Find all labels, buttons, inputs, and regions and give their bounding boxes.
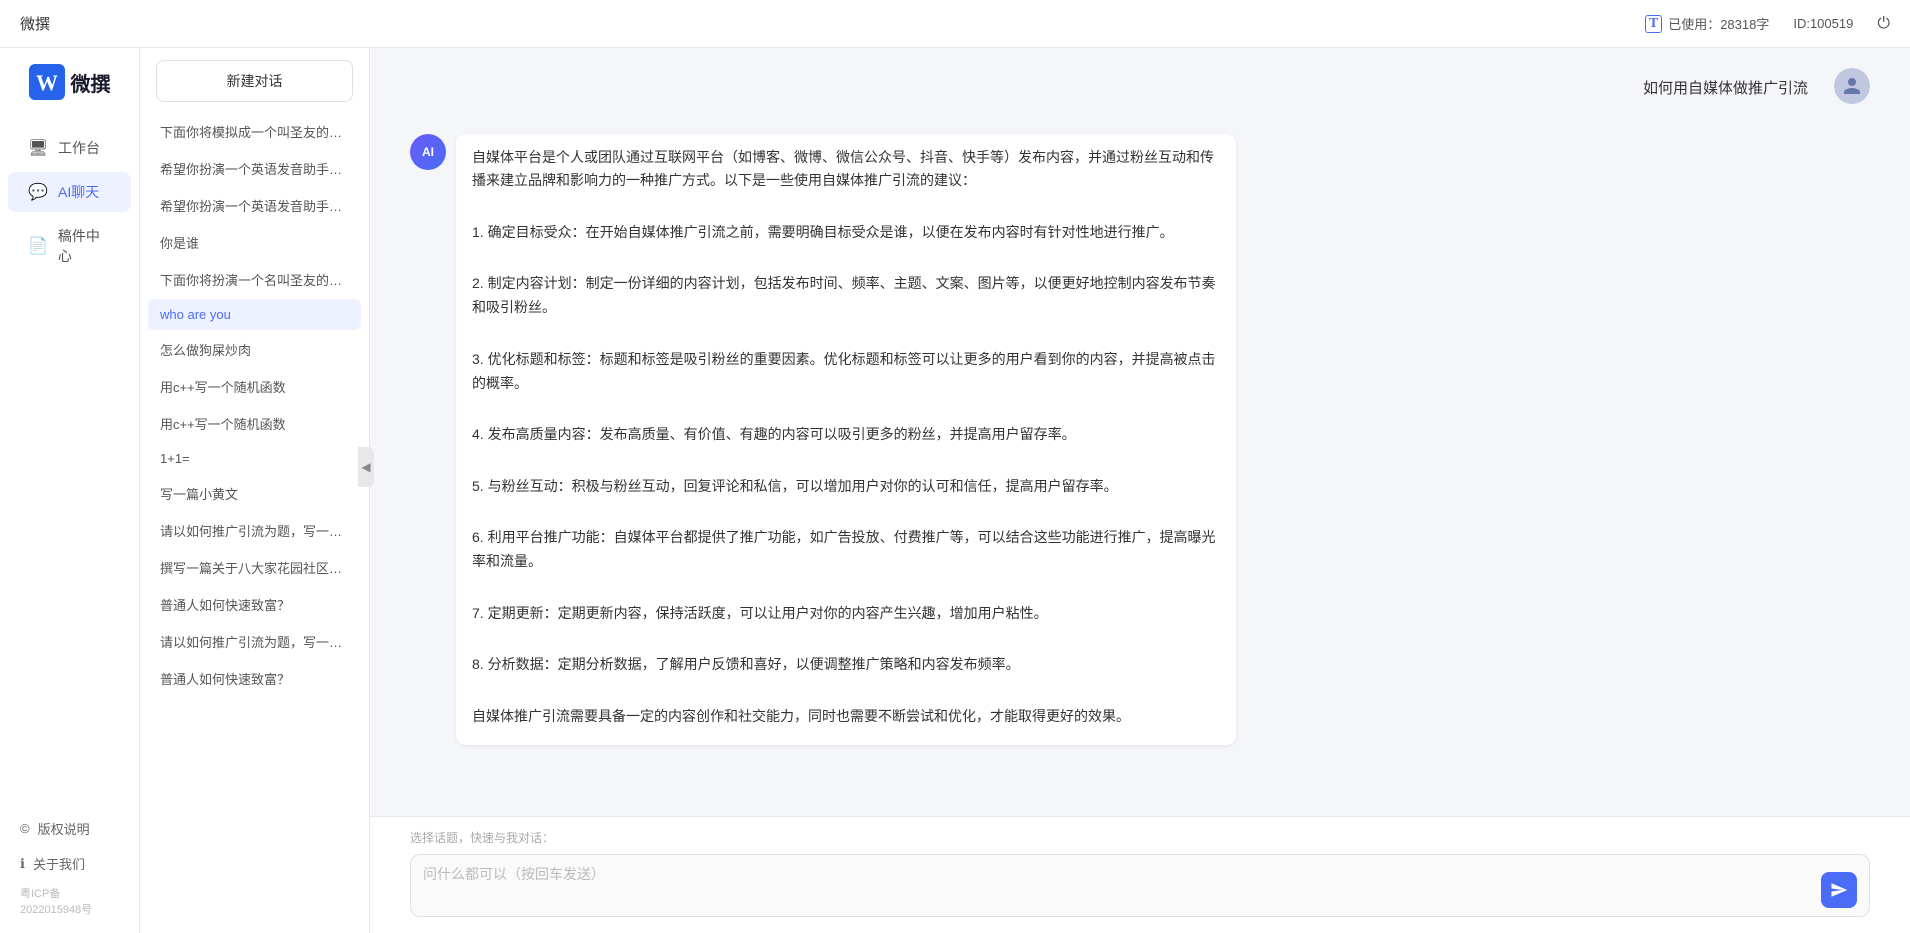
sidebar-item-ai-chat-label: AI聊天 bbox=[58, 182, 99, 202]
sidebar-copyright-label: 版权说明 bbox=[38, 819, 90, 838]
avatar-user bbox=[1834, 68, 1870, 104]
chat-history-item[interactable]: who are you bbox=[148, 299, 361, 330]
send-icon bbox=[1830, 881, 1848, 899]
chat-history-item[interactable]: 普通人如何快速致富？ bbox=[148, 661, 361, 696]
usage-text: 已使用：28318字 bbox=[1668, 14, 1769, 33]
chat-history-item[interactable]: 希望你扮演一个英语发音助手，我提供给你... bbox=[148, 188, 361, 223]
chat-history-item[interactable]: 下面你将扮演一个名叫圣友的医生 bbox=[148, 262, 361, 297]
usage-icon: T bbox=[1645, 15, 1662, 33]
ai-chat-icon: 💬 bbox=[28, 182, 48, 202]
sidebar-about-label: 关于我们 bbox=[33, 854, 85, 873]
chat-input[interactable] bbox=[423, 863, 1813, 908]
sidebar-bottom: © 版权说明 ℹ 关于我们 粤ICP备2022015948号 bbox=[0, 811, 139, 933]
sidebar-left: W 微撰 🖥 工作台 💬 AI聊天 📄 稿件中心 © 版权说明 bbox=[0, 48, 140, 933]
topbar-right: T 已使用：28318字 ID:100519 ⏻ bbox=[1645, 14, 1890, 33]
message-bubble: 自媒体平台是个人或团队通过互联网平台（如博客、微博、微信公众号、抖音、快手等）发… bbox=[456, 134, 1236, 745]
chat-history-item[interactable]: 下面你将模拟成一个叫圣友的程序员，我说... bbox=[148, 114, 361, 149]
icp-text: 粤ICP备2022015948号 bbox=[0, 881, 139, 921]
sidebar-item-copyright[interactable]: © 版权说明 bbox=[0, 811, 139, 846]
send-button[interactable] bbox=[1821, 872, 1857, 908]
message-bubble: 如何用自媒体做推广引流 bbox=[1627, 68, 1824, 114]
topbar-title: 微撰 bbox=[20, 13, 1645, 34]
chat-history-item[interactable]: 请以如何推广引流为题，写一篇大纲 bbox=[148, 513, 361, 548]
chat-history-item[interactable]: 怎么做狗屎炒肉 bbox=[148, 332, 361, 367]
chat-main: 如何用自媒体做推广引流 AI 自媒体平台是个人或团队通过互联网平台（如博客、微博、微… bbox=[370, 48, 1910, 933]
topbar: 微撰 T 已使用：28318字 ID:100519 ⏻ bbox=[0, 0, 1910, 48]
chat-history-item[interactable]: 你是谁 bbox=[148, 225, 361, 260]
chat-history-item[interactable]: 希望你扮演一个英语发音助手，我提供给你... bbox=[148, 151, 361, 186]
sidebar-item-drafts-label: 稿件中心 bbox=[58, 226, 111, 266]
chat-history-item[interactable]: 写一篇小黄文 bbox=[148, 476, 361, 511]
copyright-icon: © bbox=[20, 821, 30, 836]
topbar-usage: T 已使用：28318字 bbox=[1645, 14, 1770, 33]
chat-history-item[interactable]: 用c++写一个随机函数 bbox=[148, 369, 361, 404]
chat-messages: 如何用自媒体做推广引流 AI 自媒体平台是个人或团队通过互联网平台（如博客、微博、微… bbox=[370, 48, 1910, 816]
about-icon: ℹ bbox=[20, 856, 25, 872]
avatar-ai: AI bbox=[410, 134, 446, 170]
brand-logo-icon: W bbox=[29, 64, 65, 100]
nav-items: 🖥 工作台 💬 AI聊天 📄 稿件中心 bbox=[0, 128, 139, 276]
sidebar-item-drafts[interactable]: 📄 稿件中心 bbox=[8, 216, 131, 276]
brand-name: 微撰 bbox=[71, 68, 111, 97]
chat-history-item[interactable]: 请以如何推广引流为题，写一篇大纲 bbox=[148, 624, 361, 659]
new-chat-button[interactable]: 新建对话 bbox=[156, 60, 353, 102]
message-row-user: 如何用自媒体做推广引流 bbox=[410, 68, 1870, 114]
sidebar-item-workspace-label: 工作台 bbox=[58, 138, 100, 158]
topbar-id: ID:100519 bbox=[1793, 16, 1853, 31]
chat-input-area: 选择话题，快速与我对话： bbox=[370, 816, 1910, 933]
svg-text:W: W bbox=[36, 70, 58, 95]
brand: W 微撰 bbox=[29, 64, 111, 100]
input-wrapper bbox=[410, 854, 1870, 917]
sidebar-item-about[interactable]: ℹ 关于我们 bbox=[0, 846, 139, 881]
quick-topics-label: 选择话题，快速与我对话： bbox=[410, 829, 1870, 846]
sidebar-chat: 新建对话 下面你将模拟成一个叫圣友的程序员，我说...希望你扮演一个英语发音助手… bbox=[140, 48, 370, 933]
message-row-ai: AI 自媒体平台是个人或团队通过互联网平台（如博客、微博、微信公众号、抖音、快手等… bbox=[410, 134, 1870, 745]
workspace-icon: 🖥 bbox=[28, 138, 48, 158]
chat-history-item[interactable]: 普通人如何快速致富？ bbox=[148, 587, 361, 622]
chat-history-item[interactable]: 撰写一篇关于八大家花园社区一刻钟便民生... bbox=[148, 550, 361, 585]
logout-icon[interactable]: ⏻ bbox=[1877, 15, 1890, 33]
drafts-icon: 📄 bbox=[28, 236, 48, 256]
collapse-toggle[interactable]: ◀ bbox=[358, 447, 374, 487]
chat-history-item[interactable]: 用c++写一个随机函数 bbox=[148, 406, 361, 441]
sidebar-item-ai-chat[interactable]: 💬 AI聊天 bbox=[8, 172, 131, 212]
chat-history-item[interactable]: 1+1= bbox=[148, 443, 361, 474]
chat-history-list: 下面你将模拟成一个叫圣友的程序员，我说...希望你扮演一个英语发音助手，我提供给… bbox=[140, 114, 369, 933]
main-layout: W 微撰 🖥 工作台 💬 AI聊天 📄 稿件中心 © 版权说明 bbox=[0, 48, 1910, 933]
sidebar-item-workspace[interactable]: 🖥 工作台 bbox=[8, 128, 131, 168]
